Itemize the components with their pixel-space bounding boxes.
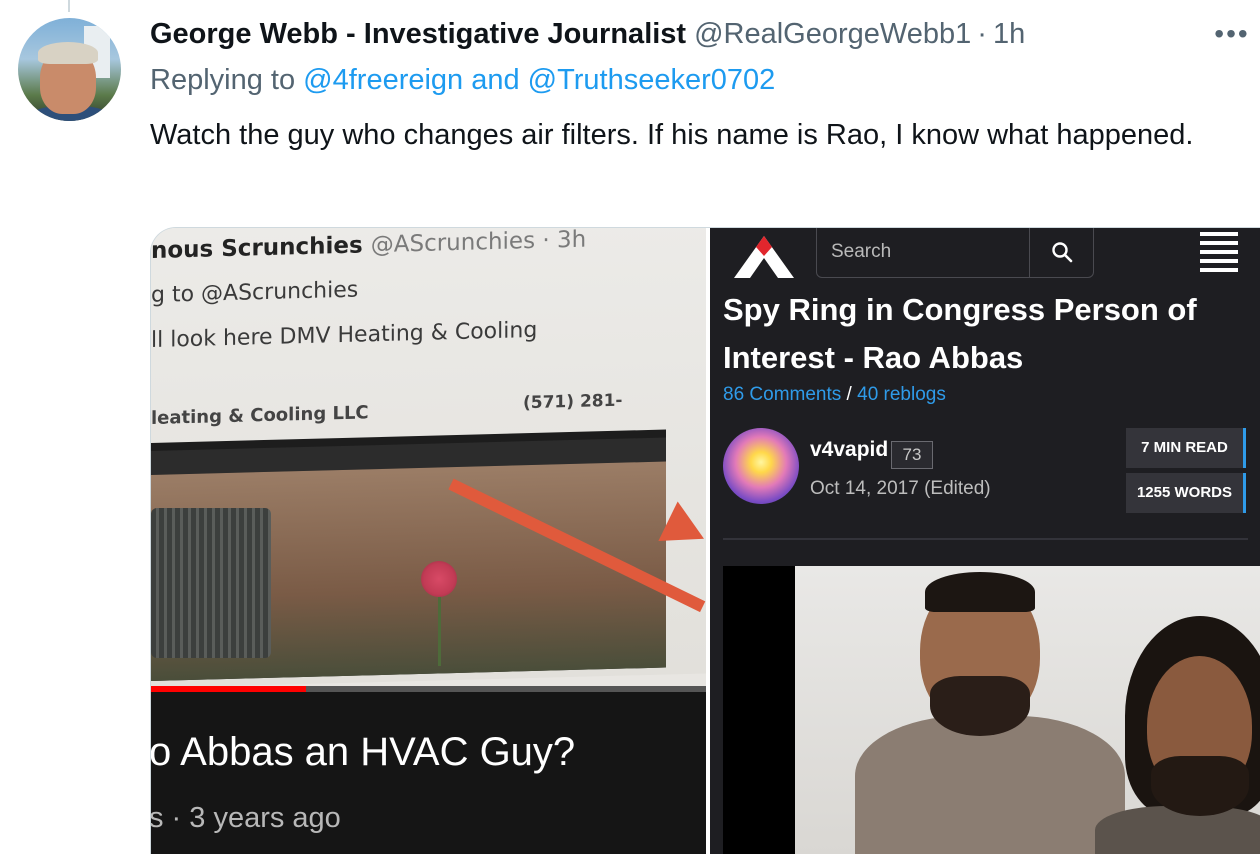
screen-text: ll look here DMV Heating & Cooling [151, 317, 538, 353]
header-separator: · [977, 18, 987, 50]
post-divider [723, 538, 1248, 540]
replying-prefix: Replying to [150, 64, 296, 96]
person-one-beard [930, 676, 1030, 736]
right-media-image[interactable]: Spy Ring in Congress Person of Interest … [710, 228, 1260, 854]
screen-reply: g to @AScrunchies [151, 277, 359, 308]
hamburger-menu-icon[interactable] [1200, 232, 1240, 272]
ac-unit-image [151, 508, 271, 658]
tweet-timestamp[interactable]: 1h [993, 18, 1025, 51]
screen-author-handle: @AScrunchies · 3h [370, 228, 587, 259]
read-time-badge: 7 MIN READ [1126, 428, 1246, 468]
author-name[interactable]: George Webb - Investigative Journalist [150, 18, 686, 51]
stats-separator: / [841, 384, 858, 405]
screen-company: leating & Cooling LLC [151, 402, 369, 429]
blog-name[interactable]: v4vapid [810, 438, 888, 462]
author-avatar[interactable] [18, 18, 121, 121]
video-caption: o Abbas an HVAC Guy? s · 3 years ago [151, 692, 706, 854]
flower-stem [438, 596, 441, 666]
word-count-badge: 1255 WORDS [1126, 473, 1246, 513]
search-icon [1051, 242, 1072, 263]
blog-level-badge: 73 [891, 441, 933, 469]
screen-author: nous Scrunchies @AScrunchies · 3h [151, 228, 586, 264]
search-input[interactable] [817, 228, 1029, 277]
person-one-body [855, 716, 1125, 854]
left-media-image[interactable]: nous Scrunchies @AScrunchies · 3h g to @… [151, 228, 706, 854]
blog-avatar[interactable] [723, 428, 799, 504]
post-title: Spy Ring in Congress Person of Interest … [723, 292, 1197, 375]
search-button[interactable] [1029, 228, 1093, 277]
video-title: o Abbas an HVAC Guy? [151, 730, 576, 774]
flower-image [421, 561, 457, 597]
video-meta: s · 3 years ago [151, 802, 341, 834]
tweet-header: George Webb - Investigative Journalist @… [150, 18, 1025, 58]
reblogs-link[interactable]: 40 reblogs [857, 384, 946, 405]
site-logo-icon [734, 236, 794, 278]
screen-author-name: nous Scrunchies [151, 232, 363, 264]
replying-to: Replying to @4freereign and @Truthseeker… [150, 64, 775, 97]
post-stats: 86 Comments / 40 reblogs [723, 384, 946, 406]
thread-line [68, 0, 70, 12]
author-handle[interactable]: @RealGeorgeWebb1 [694, 18, 971, 51]
post-photo [723, 566, 1260, 854]
screen-phone: (571) 281- [523, 390, 623, 414]
person-two-beard [1151, 756, 1249, 816]
person-one-hair [925, 572, 1035, 612]
more-horizontal-icon[interactable]: ••• [1210, 20, 1254, 56]
post-date: Oct 14, 2017 (Edited) [810, 478, 991, 499]
post-photo-image [795, 566, 1260, 854]
comments-link[interactable]: 86 Comments [723, 384, 841, 405]
person-two-body [1095, 806, 1260, 854]
tweet-media[interactable]: nous Scrunchies @AScrunchies · 3h g to @… [150, 227, 1260, 854]
tweet-text: Watch the guy who changes air filters. I… [150, 119, 1194, 151]
avatar-hair [38, 42, 98, 64]
replying-to-users-link[interactable]: @4freereign and @Truthseeker0702 [303, 64, 775, 96]
search-box [816, 228, 1094, 278]
